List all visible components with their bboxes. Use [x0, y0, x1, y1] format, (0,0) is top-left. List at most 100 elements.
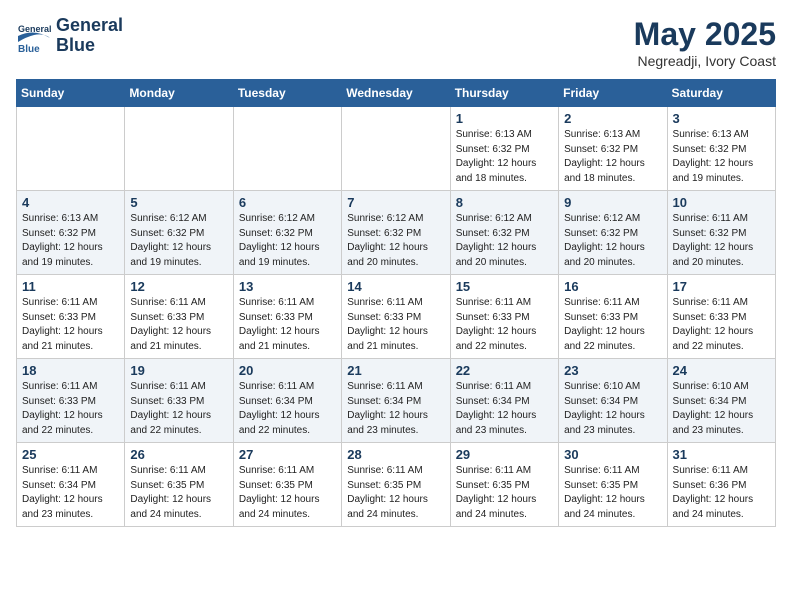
- day-info: Sunrise: 6:11 AMSunset: 6:33 PMDaylight:…: [22, 296, 119, 354]
- calendar-cell: 6 Sunrise: 6:12 AMSunset: 6:32 PMDaylight…: [233, 191, 341, 275]
- header-monday: Monday: [125, 80, 233, 107]
- calendar-cell: [17, 107, 125, 191]
- logo-icon: General Blue: [16, 18, 52, 54]
- calendar-cell: 26 Sunrise: 6:11 AMSunset: 6:35 PMDayligh…: [125, 443, 233, 527]
- day-info: Sunrise: 6:13 AMSunset: 6:32 PMDaylight:…: [22, 212, 119, 270]
- day-number: 8: [456, 195, 553, 210]
- calendar-cell: 15 Sunrise: 6:11 AMSunset: 6:33 PMDayligh…: [450, 275, 558, 359]
- day-number: 20: [239, 363, 336, 378]
- day-info: Sunrise: 6:11 AMSunset: 6:33 PMDaylight:…: [347, 296, 444, 354]
- calendar-cell: 7Sunrise: 6:12 AMSunset: 6:32 PMDaylight…: [342, 191, 450, 275]
- calendar-cell: 31 Sunrise: 6:11 AMSunset: 6:36 PMDayligh…: [667, 443, 775, 527]
- day-number: 1: [456, 111, 553, 126]
- day-info: Sunrise: 6:12 AMSunset: 6:32 PMDaylight:…: [347, 212, 444, 270]
- calendar-table: Sunday Monday Tuesday Wednesday Thursday…: [16, 79, 776, 527]
- calendar-week-row: 1 Sunrise: 6:13 AMSunset: 6:32 PMDaylight…: [17, 107, 776, 191]
- header-saturday: Saturday: [667, 80, 775, 107]
- calendar-cell: 1 Sunrise: 6:13 AMSunset: 6:32 PMDaylight…: [450, 107, 558, 191]
- weekday-header-row: Sunday Monday Tuesday Wednesday Thursday…: [17, 80, 776, 107]
- calendar-cell: 2Sunrise: 6:13 AMSunset: 6:32 PMDaylight…: [559, 107, 667, 191]
- calendar-cell: 30 Sunrise: 6:11 AMSunset: 6:35 PMDayligh…: [559, 443, 667, 527]
- day-number: 13: [239, 279, 336, 294]
- day-number: 24: [673, 363, 770, 378]
- calendar-cell: 12Sunrise: 6:11 AMSunset: 6:33 PMDayligh…: [125, 275, 233, 359]
- calendar-cell: 3 Sunrise: 6:13 AMSunset: 6:32 PMDaylight…: [667, 107, 775, 191]
- day-number: 18: [22, 363, 119, 378]
- day-info: Sunrise: 6:10 AMSunset: 6:34 PMDaylight:…: [673, 380, 770, 438]
- calendar-cell: 27 Sunrise: 6:11 AMSunset: 6:35 PMDayligh…: [233, 443, 341, 527]
- svg-text:General: General: [18, 24, 52, 34]
- day-info: Sunrise: 6:11 AMSunset: 6:33 PMDaylight:…: [456, 296, 553, 354]
- calendar-cell: 14 Sunrise: 6:11 AMSunset: 6:33 PMDayligh…: [342, 275, 450, 359]
- calendar-cell: 19Sunrise: 6:11 AMSunset: 6:33 PMDayligh…: [125, 359, 233, 443]
- page-header: General Blue General Blue May 2025 Negre…: [16, 16, 776, 69]
- calendar-cell: 4Sunrise: 6:13 AMSunset: 6:32 PMDaylight…: [17, 191, 125, 275]
- location: Negreadji, Ivory Coast: [634, 53, 776, 69]
- day-number: 3: [673, 111, 770, 126]
- day-info: Sunrise: 6:11 AMSunset: 6:33 PMDaylight:…: [564, 296, 661, 354]
- day-info: Sunrise: 6:11 AMSunset: 6:33 PMDaylight:…: [130, 380, 227, 438]
- calendar-cell: 23Sunrise: 6:10 AMSunset: 6:34 PMDayligh…: [559, 359, 667, 443]
- day-info: Sunrise: 6:12 AMSunset: 6:32 PMDaylight:…: [130, 212, 227, 270]
- day-info: Sunrise: 6:12 AMSunset: 6:32 PMDaylight:…: [564, 212, 661, 270]
- day-info: Sunrise: 6:12 AMSunset: 6:32 PMDaylight:…: [239, 212, 336, 270]
- calendar-cell: 18 Sunrise: 6:11 AMSunset: 6:33 PMDayligh…: [17, 359, 125, 443]
- day-info: Sunrise: 6:13 AMSunset: 6:32 PMDaylight:…: [673, 128, 770, 186]
- day-number: 30: [564, 447, 661, 462]
- header-wednesday: Wednesday: [342, 80, 450, 107]
- day-info: Sunrise: 6:11 AMSunset: 6:33 PMDaylight:…: [239, 296, 336, 354]
- day-number: 21: [347, 363, 444, 378]
- calendar-cell: 11 Sunrise: 6:11 AMSunset: 6:33 PMDayligh…: [17, 275, 125, 359]
- calendar-cell: 9 Sunrise: 6:12 AMSunset: 6:32 PMDaylight…: [559, 191, 667, 275]
- calendar-cell: 28 Sunrise: 6:11 AMSunset: 6:35 PMDayligh…: [342, 443, 450, 527]
- day-info: Sunrise: 6:11 AMSunset: 6:32 PMDaylight:…: [673, 212, 770, 270]
- title-block: May 2025 Negreadji, Ivory Coast: [634, 16, 776, 69]
- logo-text: General Blue: [56, 16, 123, 56]
- day-number: 15: [456, 279, 553, 294]
- day-info: Sunrise: 6:11 AMSunset: 6:35 PMDaylight:…: [564, 464, 661, 522]
- day-info: Sunrise: 6:11 AMSunset: 6:35 PMDaylight:…: [130, 464, 227, 522]
- svg-text:Blue: Blue: [18, 44, 40, 54]
- day-info: Sunrise: 6:11 AMSunset: 6:34 PMDaylight:…: [239, 380, 336, 438]
- day-info: Sunrise: 6:11 AMSunset: 6:35 PMDaylight:…: [456, 464, 553, 522]
- day-number: 6: [239, 195, 336, 210]
- day-number: 17: [673, 279, 770, 294]
- header-thursday: Thursday: [450, 80, 558, 107]
- day-number: 26: [130, 447, 227, 462]
- day-number: 23: [564, 363, 661, 378]
- day-number: 9: [564, 195, 661, 210]
- calendar-cell: 21 Sunrise: 6:11 AMSunset: 6:34 PMDayligh…: [342, 359, 450, 443]
- calendar-cell: 22Sunrise: 6:11 AMSunset: 6:34 PMDayligh…: [450, 359, 558, 443]
- calendar-cell: [342, 107, 450, 191]
- calendar-cell: 5Sunrise: 6:12 AMSunset: 6:32 PMDaylight…: [125, 191, 233, 275]
- day-number: 22: [456, 363, 553, 378]
- calendar-cell: 16Sunrise: 6:11 AMSunset: 6:33 PMDayligh…: [559, 275, 667, 359]
- calendar-cell: 8 Sunrise: 6:12 AMSunset: 6:32 PMDaylight…: [450, 191, 558, 275]
- day-info: Sunrise: 6:11 AMSunset: 6:34 PMDaylight:…: [347, 380, 444, 438]
- day-info: Sunrise: 6:13 AMSunset: 6:32 PMDaylight:…: [456, 128, 553, 186]
- day-info: Sunrise: 6:11 AMSunset: 6:35 PMDaylight:…: [347, 464, 444, 522]
- day-number: 31: [673, 447, 770, 462]
- day-info: Sunrise: 6:12 AMSunset: 6:32 PMDaylight:…: [456, 212, 553, 270]
- day-info: Sunrise: 6:11 AMSunset: 6:33 PMDaylight:…: [130, 296, 227, 354]
- day-number: 11: [22, 279, 119, 294]
- day-number: 14: [347, 279, 444, 294]
- day-info: Sunrise: 6:11 AMSunset: 6:34 PMDaylight:…: [22, 464, 119, 522]
- calendar-week-row: 4Sunrise: 6:13 AMSunset: 6:32 PMDaylight…: [17, 191, 776, 275]
- calendar-cell: 20 Sunrise: 6:11 AMSunset: 6:34 PMDayligh…: [233, 359, 341, 443]
- calendar-header: Sunday Monday Tuesday Wednesday Thursday…: [17, 80, 776, 107]
- calendar-cell: 10Sunrise: 6:11 AMSunset: 6:32 PMDayligh…: [667, 191, 775, 275]
- calendar-cell: 25Sunrise: 6:11 AMSunset: 6:34 PMDayligh…: [17, 443, 125, 527]
- day-info: Sunrise: 6:11 AMSunset: 6:35 PMDaylight:…: [239, 464, 336, 522]
- day-info: Sunrise: 6:11 AMSunset: 6:33 PMDaylight:…: [673, 296, 770, 354]
- day-info: Sunrise: 6:11 AMSunset: 6:33 PMDaylight:…: [22, 380, 119, 438]
- day-info: Sunrise: 6:11 AMSunset: 6:36 PMDaylight:…: [673, 464, 770, 522]
- calendar-cell: 17 Sunrise: 6:11 AMSunset: 6:33 PMDayligh…: [667, 275, 775, 359]
- calendar-body: 1 Sunrise: 6:13 AMSunset: 6:32 PMDaylight…: [17, 107, 776, 527]
- header-tuesday: Tuesday: [233, 80, 341, 107]
- calendar-cell: 29Sunrise: 6:11 AMSunset: 6:35 PMDayligh…: [450, 443, 558, 527]
- header-friday: Friday: [559, 80, 667, 107]
- day-number: 28: [347, 447, 444, 462]
- day-number: 27: [239, 447, 336, 462]
- calendar-cell: [233, 107, 341, 191]
